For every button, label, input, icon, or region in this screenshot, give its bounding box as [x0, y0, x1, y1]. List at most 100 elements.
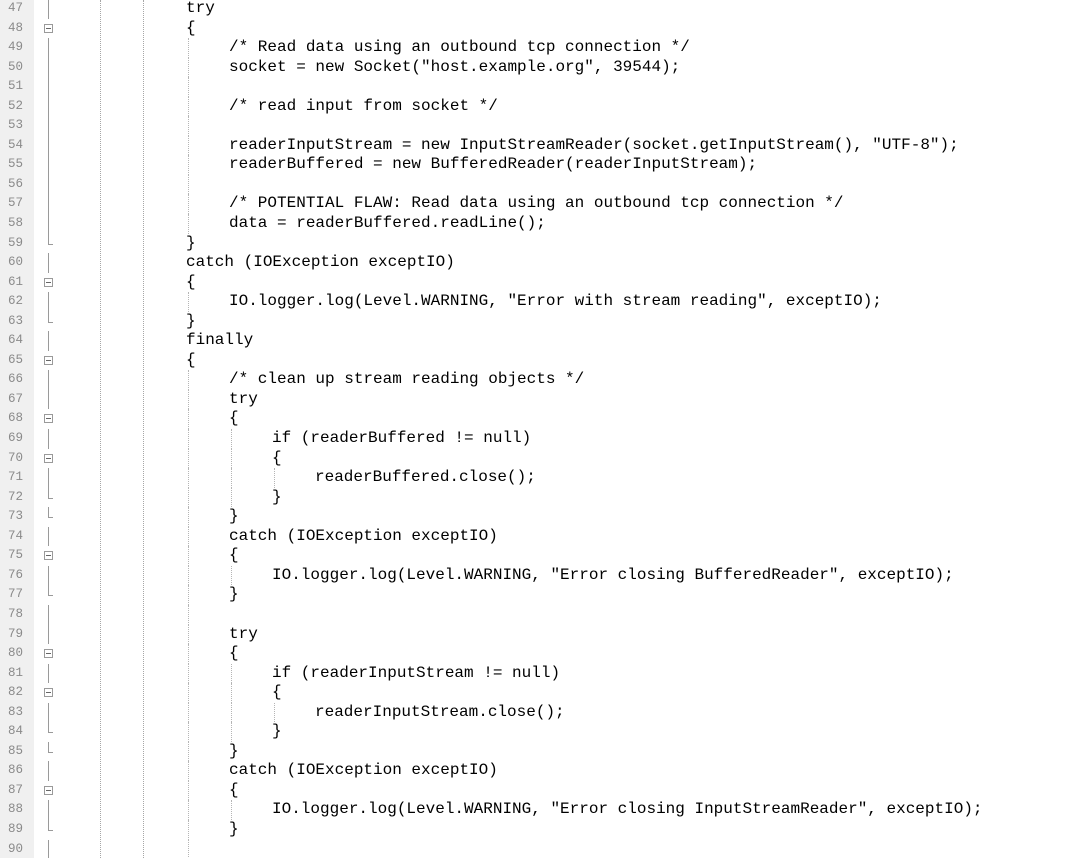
code-line[interactable]: 88 IO.logger.log(Level.WARNING, "Error cl… [0, 800, 1080, 820]
code-line[interactable]: 89} [0, 819, 1080, 840]
code-line[interactable]: 82 { [0, 683, 1080, 703]
code-line[interactable]: 51 [0, 77, 1080, 97]
code-line[interactable]: 75 { [0, 546, 1080, 566]
code-line[interactable]: 66 /* clean up stream reading objects */ [0, 370, 1080, 390]
code-line[interactable]: 47 try [0, 0, 1080, 19]
indent-guide [231, 429, 232, 449]
code-line[interactable]: 52 /* read input from socket */ [0, 96, 1080, 117]
code-line[interactable]: 58 data = readerBuffered.readLine(); [0, 214, 1080, 234]
code-text: catch (IOException exceptIO) [186, 253, 455, 272]
line-number: 53 [8, 118, 24, 133]
code-line[interactable]: 87 { [0, 780, 1080, 801]
line-number: 79 [8, 626, 24, 641]
line-number: 47 [8, 1, 24, 15]
line-number: 86 [8, 763, 24, 778]
code-text: { [186, 18, 196, 37]
code-line[interactable]: 80 { [0, 644, 1080, 664]
code-line[interactable]: 59} [0, 233, 1080, 254]
line-number: 75 [8, 548, 24, 563]
code-line[interactable]: 68 { [0, 409, 1080, 430]
code-line[interactable]: 62 IO.logger.log(Level.WARNING, "Error wi… [0, 292, 1080, 312]
code-line[interactable]: 85} [0, 741, 1080, 762]
code-line[interactable]: 60 catch (IOException exceptIO) [0, 253, 1080, 273]
fold-line-icon [44, 174, 54, 195]
fold-toggle-icon[interactable] [44, 409, 54, 429]
code-line[interactable]: 90 [0, 839, 1080, 858]
code-line[interactable]: 65 { [0, 351, 1080, 371]
fold-toggle-icon[interactable] [44, 781, 54, 801]
code-text: { [229, 644, 239, 663]
code-line[interactable]: 63} [0, 311, 1080, 332]
code-line[interactable]: 61 { [0, 273, 1080, 293]
line-number: 76 [8, 567, 24, 582]
code-line[interactable]: 54 readerInputStream = new InputStreamRea… [0, 135, 1080, 156]
code-text: } [272, 722, 282, 741]
indent-guide [188, 663, 189, 684]
code-text: socket = new Socket("host.example.org", … [229, 57, 681, 76]
fold-toggle-icon[interactable] [44, 19, 54, 39]
indent-guide [188, 526, 189, 547]
line-number: 83 [8, 704, 24, 719]
code-line[interactable]: 67 try [0, 389, 1080, 410]
code-line[interactable]: 55 readerBuffered = new BufferedReader(re… [0, 155, 1080, 175]
code-line[interactable]: 48 { [0, 19, 1080, 39]
code-line[interactable]: 71 readerBuffered.close(); [0, 468, 1080, 488]
fold-line-icon [44, 429, 54, 449]
code-line[interactable]: 78 [0, 604, 1080, 625]
code-text: { [229, 409, 239, 428]
code-line[interactable]: 79 try [0, 624, 1080, 645]
code-line[interactable]: 73} [0, 507, 1080, 527]
code-line[interactable]: 77} [0, 585, 1080, 605]
indent-guide [231, 702, 232, 723]
indent-guide [188, 77, 189, 97]
fold-toggle-icon[interactable] [44, 644, 54, 664]
line-number: 69 [8, 431, 24, 446]
indent-guide [188, 624, 189, 645]
code-line[interactable]: 64 finally [0, 331, 1080, 351]
fold-toggle-icon[interactable] [44, 449, 54, 469]
fold-line-icon [44, 155, 54, 175]
line-number: 77 [8, 587, 24, 602]
line-number: 70 [8, 450, 24, 465]
code-line[interactable]: 53 [0, 116, 1080, 136]
fold-end-icon [44, 741, 54, 762]
code-line[interactable]: 57 /* POTENTIAL FLAW: Read data using an … [0, 194, 1080, 215]
fold-toggle-icon[interactable] [44, 273, 54, 293]
code-line[interactable]: 56 [0, 174, 1080, 195]
line-number: 48 [8, 20, 24, 35]
indent-guide [188, 214, 189, 234]
fold-line-icon [44, 0, 54, 19]
line-number: 64 [8, 333, 24, 348]
code-line[interactable]: 69 if (readerBuffered != null) [0, 429, 1080, 449]
code-line[interactable]: 72} [0, 487, 1080, 508]
fold-toggle-icon[interactable] [44, 683, 54, 703]
indent-guide [188, 135, 189, 156]
line-number: 61 [8, 274, 24, 289]
line-number: 57 [8, 196, 24, 211]
code-text: { [229, 546, 239, 565]
code-line[interactable]: 70 { [0, 448, 1080, 469]
indent-guide [188, 487, 189, 508]
code-text: readerBuffered = new BufferedReader(read… [229, 155, 758, 174]
code-line[interactable]: 74 catch (IOException exceptIO) [0, 526, 1080, 547]
line-number: 88 [8, 802, 24, 817]
fold-line-icon [44, 702, 54, 723]
code-text: readerBuffered.close(); [315, 468, 536, 487]
code-line[interactable]: 83 readerInputStream.close(); [0, 702, 1080, 723]
code-text: } [229, 507, 239, 526]
code-line[interactable]: 81 if (readerInputStream != null) [0, 663, 1080, 684]
fold-toggle-icon[interactable] [44, 351, 54, 371]
code-line[interactable]: 84} [0, 722, 1080, 742]
code-line[interactable]: 49 /* Read data using an outbound tcp con… [0, 38, 1080, 58]
indent-guide [188, 604, 189, 625]
code-line[interactable]: 76 IO.logger.log(Level.WARNING, "Error cl… [0, 565, 1080, 586]
indent-guide [188, 38, 189, 58]
indent-guide [188, 429, 189, 449]
indent-guide [274, 702, 275, 723]
code-line[interactable]: 50 socket = new Socket("host.example.org"… [0, 57, 1080, 78]
indent-guide [188, 116, 189, 136]
code-line[interactable]: 86 catch (IOException exceptIO) [0, 761, 1080, 781]
fold-toggle-icon[interactable] [44, 546, 54, 566]
code-editor[interactable]: 47 try 48 {49 /* Read data using an outbound… [0, 0, 1080, 858]
code-lines[interactable]: 47 try 48 {49 /* Read data using an outbound… [0, 0, 1080, 858]
